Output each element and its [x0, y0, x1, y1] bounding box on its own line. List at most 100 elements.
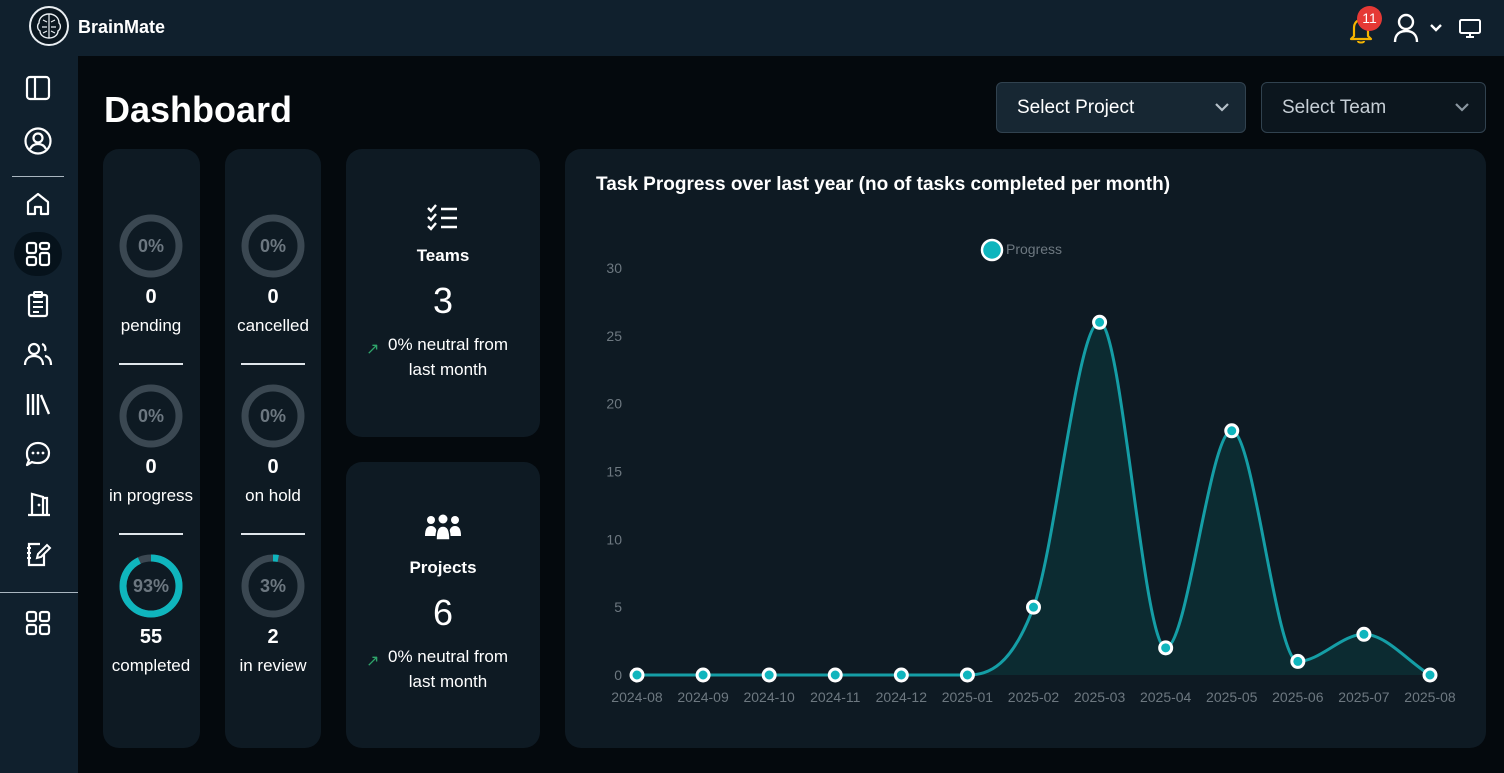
chevron-down-icon	[1455, 103, 1469, 112]
y-tick-label: 5	[614, 599, 622, 615]
people-group-icon	[425, 514, 461, 541]
divider	[241, 533, 305, 535]
trend-line: last month	[408, 360, 488, 379]
project-select[interactable]: Select Project	[996, 82, 1246, 133]
progress-ring: 93%	[119, 554, 183, 618]
stat-in-progress: 0% 0 in progress	[103, 384, 199, 506]
stat-count: 55	[139, 626, 163, 648]
card-title: Teams	[416, 246, 470, 265]
legend-marker	[980, 238, 1004, 262]
sidebar-item-dashboard[interactable]	[14, 232, 62, 276]
data-point	[761, 667, 777, 683]
ring-percent: 0%	[260, 406, 286, 426]
stat-pending: 0% 0 pending	[103, 214, 199, 336]
sidebar-item-notes[interactable]	[14, 532, 62, 576]
data-point	[827, 667, 843, 683]
series-area	[637, 322, 1430, 675]
trend-line: last month	[408, 672, 488, 691]
ring-percent: 0%	[260, 236, 286, 256]
sidebar-item-apps[interactable]	[14, 601, 62, 645]
checklist-icon	[427, 204, 457, 231]
notifications-button[interactable]: 11	[1346, 6, 1382, 46]
stat-cancelled: 0% 0 cancelled	[225, 214, 321, 336]
data-point	[1356, 626, 1372, 642]
progress-ring: 0%	[241, 214, 305, 278]
task-status-card-2: 0% 0 cancelled 0% 0 on hold 3% 2 in revi…	[225, 149, 321, 748]
stat-count: 0	[267, 456, 279, 478]
stat-label: in progress	[108, 486, 194, 505]
team-select-value: Select Team	[1282, 96, 1387, 118]
stat-count: 0	[267, 286, 279, 308]
data-point	[1290, 653, 1306, 669]
library-icon	[26, 394, 51, 415]
x-tick-label: 2024-10	[743, 689, 795, 705]
data-point	[1224, 423, 1240, 439]
x-tick-label: 2025-07	[1338, 689, 1390, 705]
brain-logo-icon[interactable]	[29, 6, 69, 46]
stat-label: cancelled	[237, 316, 309, 335]
progress-ring: 0%	[119, 384, 183, 448]
x-tick-label: 2024-12	[876, 689, 928, 705]
projects-card[interactable]: Projects 6 ↗ 0% neutral from last month	[346, 462, 540, 748]
y-tick-label: 10	[606, 531, 622, 547]
data-point	[959, 667, 975, 683]
sidebar-item-profile[interactable]	[14, 119, 62, 163]
trend-arrow-icon: ↗	[366, 653, 380, 670]
stat-completed: 93% 55 completed	[103, 554, 199, 676]
x-tick-label: 2024-08	[611, 689, 663, 705]
data-point	[1026, 599, 1041, 615]
trend-arrow-icon: ↗	[366, 341, 380, 358]
legend-label: Progress	[1006, 241, 1062, 257]
stat-count: 2	[267, 626, 279, 648]
trend-text: ↗ 0% neutral from last month	[366, 332, 528, 382]
stat-label: in review	[239, 656, 307, 675]
sidebar-item-library[interactable]	[14, 382, 62, 426]
sidebar-item-chat[interactable]	[14, 432, 62, 476]
sidebar-item-tasks[interactable]	[14, 282, 62, 326]
notebook-edit-icon	[27, 542, 52, 567]
user-icon	[1393, 13, 1419, 43]
divider	[241, 363, 305, 365]
sidebar-item-home[interactable]	[14, 182, 62, 226]
stat-in-review: 3% 2 in review	[225, 554, 321, 676]
trend-line: 0% neutral from	[388, 647, 508, 666]
stat-count: 0	[145, 286, 157, 308]
chevron-down-icon	[1215, 103, 1229, 112]
task-progress-chart: 0 5 10 15 20 25 30 2024-08 2024-09 2024-10 2024-11…	[606, 238, 1456, 705]
y-tick-label: 0	[614, 667, 622, 683]
project-select-value: Select Project	[1017, 96, 1135, 118]
sidebar-toggle[interactable]	[14, 66, 62, 110]
sidebar-divider	[12, 176, 64, 177]
user-menu[interactable]	[1392, 13, 1444, 43]
team-select[interactable]: Select Team	[1261, 82, 1486, 133]
stat-on-hold: 0% 0 on hold	[225, 384, 321, 506]
data-point	[1158, 640, 1174, 656]
x-tick-label: 2025-08	[1404, 689, 1456, 705]
data-point	[629, 667, 645, 683]
sidebar-item-users[interactable]	[14, 332, 62, 376]
chevron-down-icon	[1430, 24, 1442, 32]
y-tick-label: 25	[606, 328, 622, 344]
y-tick-label: 15	[606, 464, 622, 480]
apps-grid-icon	[25, 610, 51, 636]
card-title: Projects	[409, 558, 477, 577]
app-name: BrainMate	[78, 17, 166, 37]
ring-percent: 0%	[138, 236, 164, 256]
progress-ring: 0%	[241, 384, 305, 448]
users-icon	[23, 342, 53, 366]
sidebar-divider	[0, 592, 78, 593]
x-tick-label: 2025-06	[1272, 689, 1324, 705]
x-tick-label: 2025-03	[1074, 689, 1126, 705]
door-exit-icon	[28, 492, 50, 517]
teams-card[interactable]: Teams 3 ↗ 0% neutral from last month	[346, 149, 540, 437]
sidebar	[0, 56, 78, 773]
stat-label: completed	[111, 656, 191, 675]
monitor-icon[interactable]	[1458, 17, 1482, 39]
sidebar-item-exit[interactable]	[14, 482, 62, 526]
chat-icon	[25, 441, 51, 467]
trend-line: 0% neutral from	[388, 335, 508, 354]
clipboard-icon	[27, 291, 49, 318]
ring-percent: 3%	[260, 576, 286, 596]
user-circle-icon	[24, 127, 52, 155]
ring-percent: 0%	[138, 406, 164, 426]
